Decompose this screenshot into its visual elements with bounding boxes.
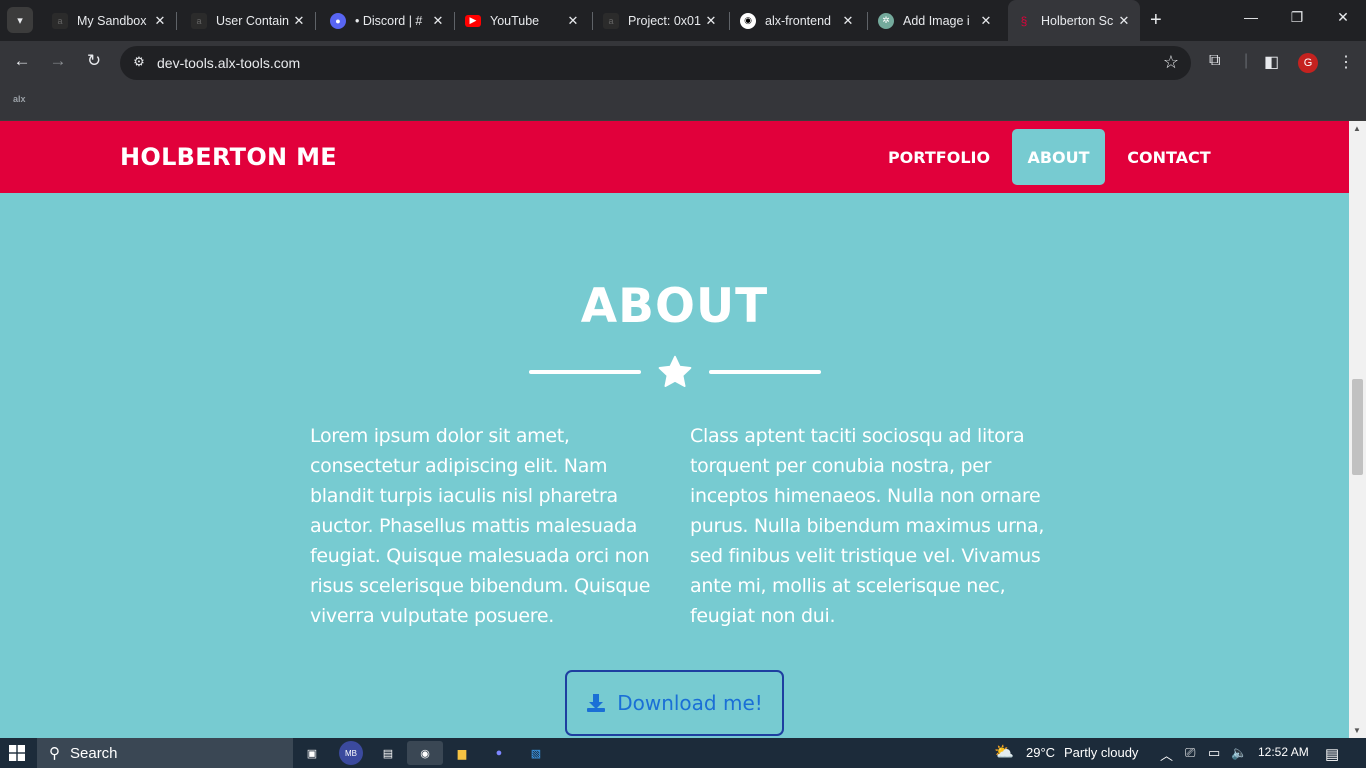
close-icon[interactable]: ✕ — [978, 13, 994, 29]
close-icon[interactable]: ✕ — [840, 13, 856, 29]
tab-user-container[interactable]: a User Contain ✕ — [183, 6, 315, 35]
file-explorer-icon[interactable]: ▆ — [450, 741, 474, 765]
discord-icon: ● — [330, 12, 346, 29]
discord-taskbar-icon[interactable]: ● — [487, 741, 511, 765]
github-icon: ◉ — [740, 12, 756, 29]
close-icon[interactable]: ✕ — [565, 13, 581, 29]
tab-title: Add Image i — [903, 13, 970, 28]
tab-youtube[interactable]: ▶ YouTube ✕ — [457, 6, 589, 35]
bookmark-alx[interactable]: alx — [13, 94, 26, 104]
tab-project[interactable]: a Project: 0x01 ✕ — [595, 6, 727, 35]
youtube-icon: ▶ — [465, 14, 481, 27]
battery-icon[interactable]: ▭ — [1208, 745, 1220, 761]
close-icon[interactable]: ✕ — [430, 13, 446, 29]
address-bar[interactable]: ⚙ dev-tools.alx-tools.com ☆ — [120, 46, 1191, 80]
restore-icon[interactable]: ❐ — [1274, 9, 1320, 26]
tab-separator — [729, 12, 730, 30]
download-icon — [587, 694, 606, 712]
bookmark-star-icon[interactable]: ☆ — [1163, 52, 1179, 73]
browser-toolbar: ← → ↻ ⚙ dev-tools.alx-tools.com ☆ ⧉ | ◧ … — [0, 41, 1366, 85]
divider-line-right — [709, 370, 821, 374]
site-info-icon[interactable]: ⚙ — [130, 54, 148, 72]
clock-time[interactable]: 12:52 AM — [1258, 745, 1309, 759]
toolbar-separator: | — [1244, 52, 1249, 69]
download-label: Download me! — [617, 691, 763, 715]
tab-separator — [454, 12, 455, 30]
window-close-icon[interactable]: ✕ — [1320, 9, 1366, 26]
reload-icon[interactable]: ↻ — [82, 51, 106, 75]
tab-title: alx-frontend — [765, 13, 832, 28]
tab-holberton-active[interactable]: § Holberton Sc ✕ — [1008, 0, 1140, 41]
download-button[interactable]: Download me! — [565, 670, 784, 736]
alx-icon: a — [191, 12, 207, 29]
holberton-icon: § — [1020, 13, 1028, 28]
tab-separator — [176, 12, 177, 30]
task-view-icon[interactable]: ▣ — [300, 741, 324, 765]
photos-icon[interactable]: ▧ — [524, 741, 548, 765]
profile-avatar[interactable]: G — [1298, 53, 1318, 73]
tab-strip: ▾ a My Sandbox ✕ a User Contain ✕ ● • Di… — [0, 0, 1366, 41]
tab-title: Holberton Sc — [1041, 13, 1114, 28]
tab-separator — [315, 12, 316, 30]
about-paragraph-left: Lorem ipsum dolor sit amet, consectetur … — [310, 425, 651, 627]
windows-taskbar: ⚲ Search ▣ MB ▤ ◉ ▆ ● ▧ ⛅ 29°C Partly cl… — [0, 738, 1366, 768]
meet-now-icon[interactable]: ⎚ — [1185, 745, 1195, 761]
tab-title: My Sandbox — [77, 13, 147, 28]
weather-desc[interactable]: Partly cloudy — [1064, 745, 1138, 760]
divider-line-left — [529, 370, 641, 374]
chrome-icon[interactable]: ◉ — [407, 741, 443, 765]
tab-title: YouTube — [490, 13, 540, 28]
weather-temp[interactable]: 29°C — [1026, 745, 1055, 760]
windows-start-icon[interactable] — [9, 745, 25, 761]
tray-chevron-icon[interactable]: ︿ — [1160, 745, 1173, 764]
scroll-thumb[interactable] — [1352, 379, 1363, 475]
bookmarks-bar: alx — [0, 85, 1366, 121]
nav-contact[interactable]: CONTACT — [1117, 129, 1221, 185]
scroll-up-icon[interactable]: ▲ — [1353, 124, 1361, 133]
about-paragraph-right: Class aptent taciti sociosqu ad litora t… — [690, 425, 1045, 627]
tab-title: User Contain — [216, 13, 289, 28]
nav-about[interactable]: ABOUT — [1012, 129, 1105, 185]
star-icon — [658, 355, 692, 387]
nav-portfolio[interactable]: PORTFOLIO — [878, 129, 1000, 185]
page-scrollbar[interactable]: ▲ ▼ — [1349, 121, 1366, 738]
minimize-icon[interactable]: — — [1228, 9, 1274, 25]
taskbar-search[interactable]: ⚲ Search — [37, 738, 293, 768]
url-text[interactable]: dev-tools.alx-tools.com — [157, 55, 300, 71]
page-viewport: HOLBERTON ME PORTFOLIO ABOUT CONTACT ABO… — [0, 121, 1366, 738]
tab-title: Project: 0x01 — [628, 13, 701, 28]
notepad-icon[interactable]: ▤ — [376, 741, 400, 765]
tab-discord[interactable]: ● • Discord | # ✕ — [322, 6, 454, 35]
close-icon[interactable]: ✕ — [152, 13, 168, 29]
close-icon[interactable]: ✕ — [703, 13, 719, 29]
back-icon[interactable]: ← — [10, 51, 34, 75]
tab-search-chevron-icon[interactable]: ▾ — [7, 7, 33, 33]
forward-icon[interactable]: → — [46, 51, 70, 75]
taskbar-search-placeholder: Search — [70, 744, 118, 762]
section-title: ABOUT — [580, 279, 769, 334]
close-icon[interactable]: ✕ — [1116, 13, 1132, 29]
new-tab-icon[interactable]: + — [1150, 9, 1162, 32]
alx-icon: a — [52, 12, 68, 29]
malwarebytes-icon[interactable]: MB — [339, 741, 363, 765]
menu-kebab-icon[interactable]: ⋮ — [1338, 52, 1354, 72]
alx-icon: a — [603, 12, 619, 29]
side-panel-icon[interactable]: ◧ — [1264, 52, 1279, 72]
tab-chatgpt[interactable]: ✲ Add Image i ✕ — [870, 6, 1002, 35]
extensions-icon[interactable]: ⧉ — [1209, 52, 1220, 70]
scroll-down-icon[interactable]: ▼ — [1353, 726, 1361, 735]
notifications-icon[interactable]: ▤ — [1325, 745, 1339, 763]
search-icon: ⚲ — [49, 745, 60, 762]
site-brand[interactable]: HOLBERTON ME — [120, 143, 337, 171]
tab-separator — [592, 12, 593, 30]
tab-separator — [867, 12, 868, 30]
tab-github[interactable]: ◉ alx-frontend ✕ — [732, 6, 864, 35]
chatgpt-icon: ✲ — [878, 12, 894, 29]
volume-icon[interactable]: 🔈 — [1231, 745, 1247, 761]
tab-my-sandbox[interactable]: a My Sandbox ✕ — [44, 6, 176, 35]
tab-title: • Discord | # — [355, 13, 423, 28]
close-icon[interactable]: ✕ — [291, 13, 307, 29]
weather-icon: ⛅ — [994, 744, 1014, 761]
site-header: HOLBERTON ME PORTFOLIO ABOUT CONTACT — [0, 121, 1349, 193]
